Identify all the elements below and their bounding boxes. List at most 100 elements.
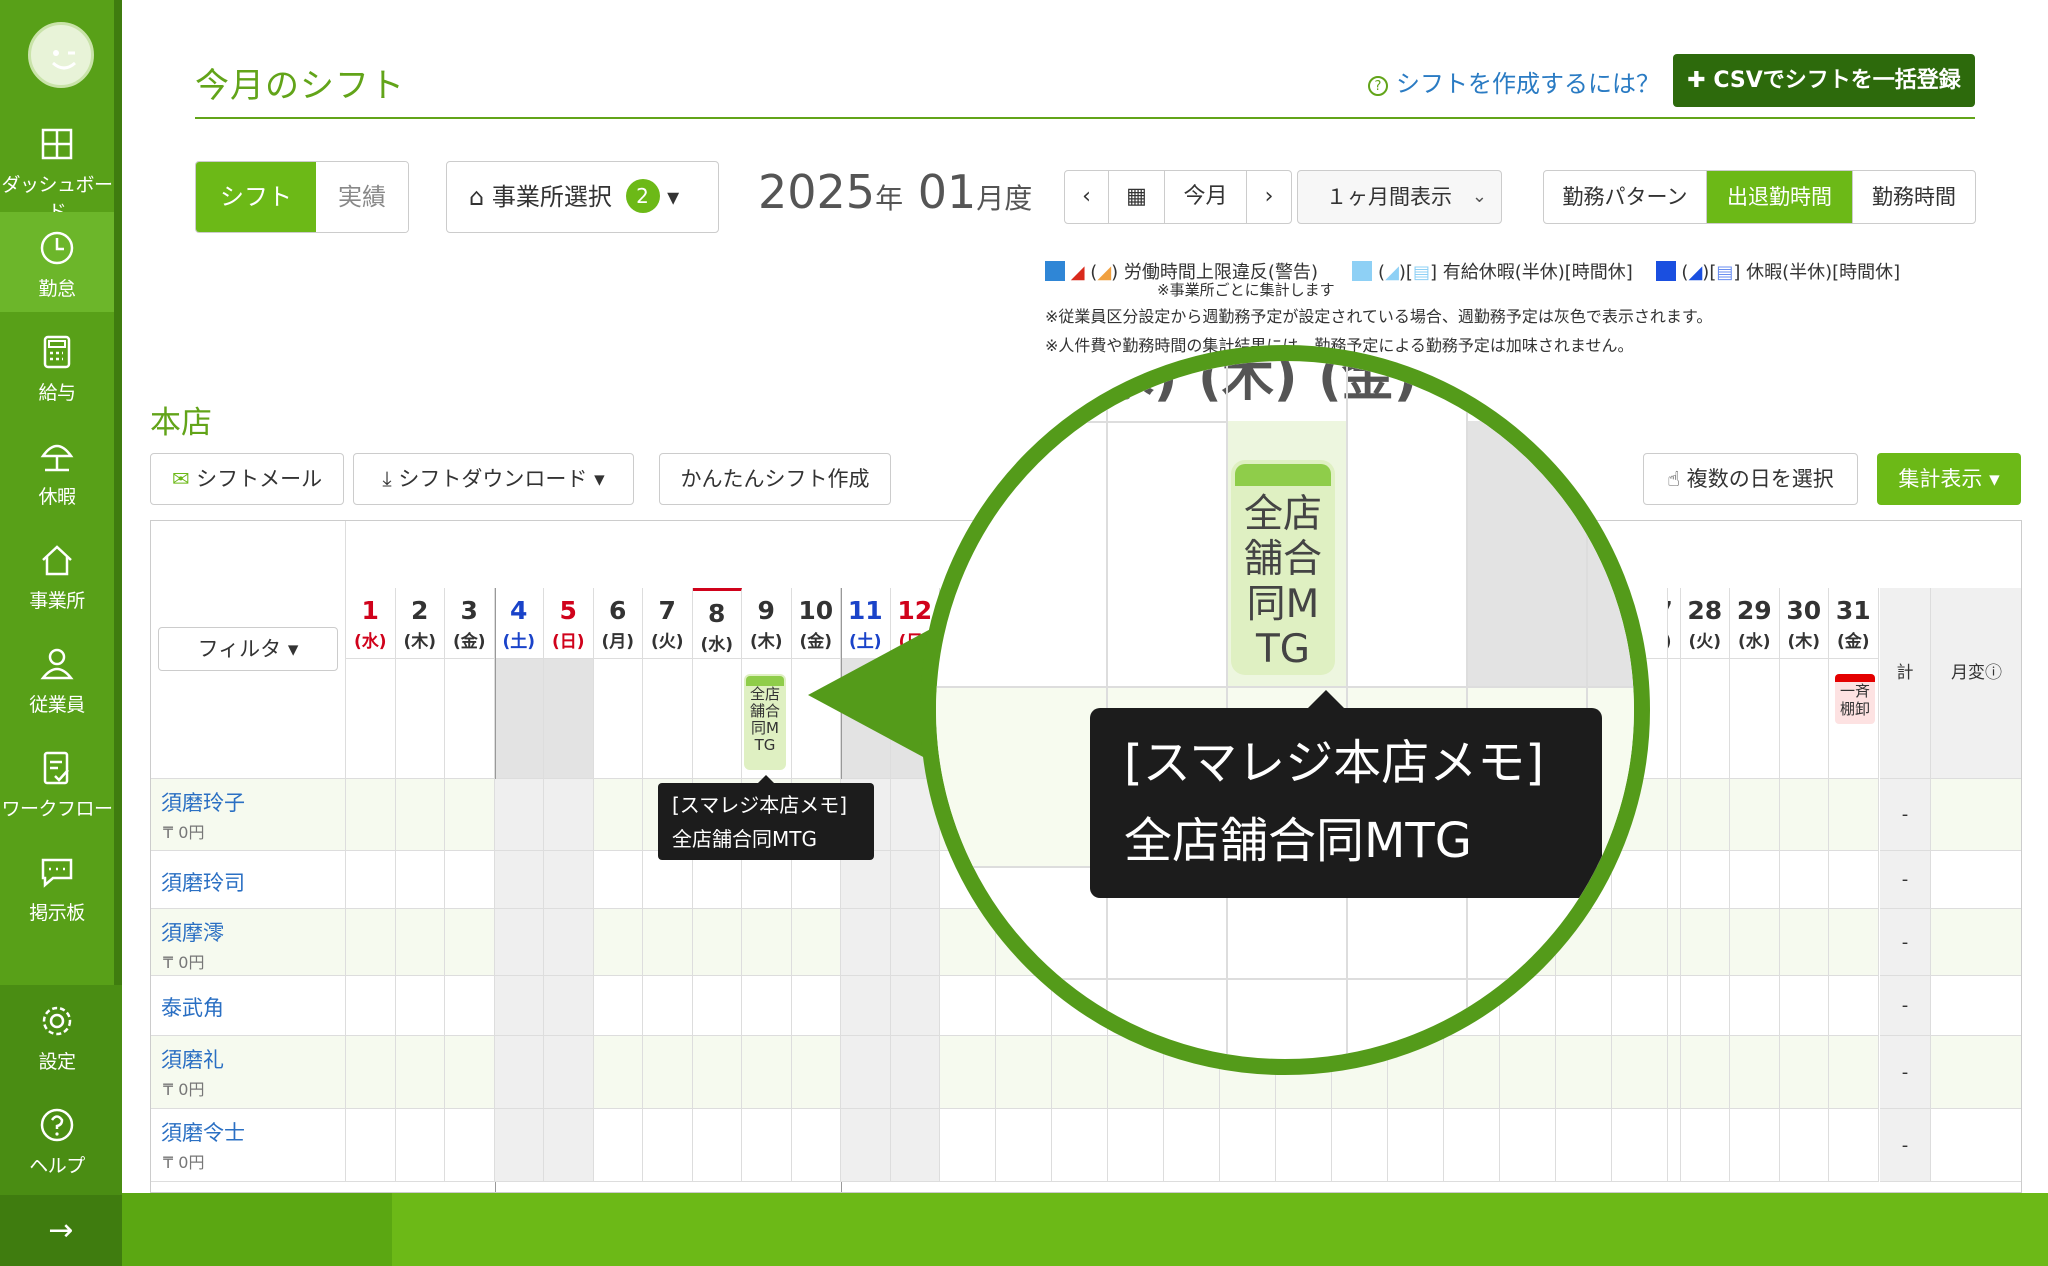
magnifier-callout: (水) (木) (金) 全店 舗合 同M TG [スマレジ本店メモ] 全店舗合同MTG: [920, 345, 1650, 1075]
year-unit: 年: [875, 182, 904, 215]
day-header[interactable]: 6 (月): [593, 588, 643, 659]
tab-shift[interactable]: シフト: [196, 162, 316, 232]
shift-cell: [940, 1109, 996, 1182]
calculator-icon: [43, 335, 71, 369]
day-header[interactable]: 3 (金): [445, 588, 495, 659]
shift-cell: [494, 976, 544, 1036]
home-icon: [42, 545, 72, 576]
period-select[interactable]: １ヶ月間表示 ⌄: [1297, 170, 1502, 224]
employee-name[interactable]: 須摩澪: [161, 917, 224, 947]
question-icon: ?: [1368, 76, 1388, 96]
sidebar-item-dashboard[interactable]: ダッシュボード: [0, 108, 114, 223]
day-header[interactable]: 2 (木): [395, 588, 445, 659]
memo-chip[interactable]: 全店 舗合 同M TG: [744, 674, 786, 770]
employee-name[interactable]: 泰武角: [161, 992, 224, 1022]
sidebar-item-office[interactable]: 事業所: [0, 524, 114, 624]
aggregate-button[interactable]: 集計表示 ▾: [1877, 453, 2021, 505]
shift-cell: [1829, 1109, 1879, 1182]
employee-wage: ₸ 0円: [163, 1080, 205, 1099]
bottom-bar: [122, 1193, 2048, 1266]
help-link[interactable]: ? シフトを作成するには？: [1368, 64, 1660, 99]
filter-button[interactable]: フィルタ ▾: [158, 627, 338, 671]
memo-cell: [1779, 659, 1829, 779]
employee-name[interactable]: 須磨令士: [161, 1117, 245, 1147]
sidebar-item-workflow[interactable]: ワークフロー: [0, 732, 114, 832]
calendar-button[interactable]: ▦: [1109, 171, 1165, 223]
shift-cell: [643, 1109, 693, 1182]
shift-cell: [1052, 1109, 1108, 1182]
page-title: 今月のシフト: [195, 66, 405, 106]
memo-cell: [1730, 659, 1780, 779]
shift-cell: [1680, 779, 1730, 851]
sidebar-item-board[interactable]: 掲示板: [0, 836, 114, 936]
inventory-memo-chip[interactable]: 一斉 棚卸: [1835, 674, 1875, 724]
caret-down-icon: ▾: [594, 467, 605, 491]
shift-cell: [791, 1109, 841, 1182]
shift-cell: [692, 1109, 742, 1182]
day-header[interactable]: 7 (火): [643, 588, 693, 659]
employee-name[interactable]: 須磨玲子: [161, 787, 245, 817]
sidebar-scrollbar[interactable]: [114, 0, 122, 985]
shift-cell: [1332, 1109, 1388, 1182]
shift-cell: [791, 976, 841, 1036]
home-icon: ⌂: [469, 183, 485, 211]
sidebar-item-leave[interactable]: 休暇: [0, 420, 114, 520]
day-header[interactable]: 1 (水): [346, 588, 396, 659]
day-header[interactable]: 29 (水): [1730, 588, 1780, 659]
magnified-memo-line-1: 全店: [1243, 492, 1322, 537]
shift-cell: [1829, 1036, 1879, 1109]
shift-cell: [593, 851, 643, 909]
info-icon: ⓘ: [1985, 663, 2002, 683]
shift-mail-button[interactable]: ✉ シフトメール: [150, 453, 344, 505]
this-month-button[interactable]: 今月: [1165, 171, 1247, 223]
sidebar-item-attendance[interactable]: 勤怠: [0, 212, 114, 312]
day-header[interactable]: 5 (日): [544, 588, 594, 659]
tab-clock-times[interactable]: 出退勤時間: [1707, 171, 1853, 223]
next-month-button[interactable]: ›: [1247, 171, 1291, 223]
monthly-change-label: 月変: [1951, 663, 1985, 683]
prev-month-button[interactable]: ‹: [1065, 171, 1109, 223]
day-header[interactable]: 30 (木): [1779, 588, 1829, 659]
sidebar-item-help[interactable]: ヘルプ: [0, 1089, 114, 1189]
shift-cell: [1730, 1036, 1780, 1109]
tab-work-pattern[interactable]: 勤務パターン: [1544, 171, 1707, 223]
shift-download-button[interactable]: ⤓ シフトダウンロード ▾: [353, 453, 634, 505]
employee-name[interactable]: 須磨玲司: [161, 867, 245, 897]
inventory-memo-line-1: 一斉: [1839, 682, 1870, 700]
memo-cell: [445, 659, 495, 779]
memo-tooltip: [スマレジ本店メモ] 全店舗合同MTG: [658, 775, 874, 860]
office-select-button[interactable]: ⌂ 事業所選択 2 ▾: [446, 161, 719, 233]
legend-paid-label: 有給休暇(半休)[時間休]: [1442, 262, 1633, 283]
sidebar-item-payroll[interactable]: 給与: [0, 316, 114, 416]
shift-cell: [1829, 779, 1879, 851]
day-header[interactable]: 9 (木): [742, 588, 792, 659]
shift-cell: [890, 909, 940, 976]
sidebar-item-employees[interactable]: 従業員: [0, 628, 114, 728]
employee-row-header: 泰武角: [151, 976, 346, 1036]
day-header[interactable]: 8 (水): [692, 588, 742, 659]
weekday: (木): [403, 632, 437, 652]
sidebar-expand-button[interactable]: →: [0, 1195, 122, 1266]
easy-shift-button[interactable]: かんたんシフト作成: [659, 453, 891, 505]
shift-cell: [1779, 909, 1829, 976]
tab-actual[interactable]: 実績: [316, 162, 408, 232]
employee-name[interactable]: 須磨礼: [161, 1044, 224, 1074]
checklist-icon: [43, 751, 69, 785]
tab-work-hours[interactable]: 勤務時間: [1853, 171, 1975, 223]
shift-cell: [692, 909, 742, 976]
weekday: (土): [502, 632, 536, 652]
sidebar-item-settings[interactable]: 設定: [0, 985, 114, 1085]
legend-leave-label: 休暇(半休)[時間休]: [1746, 262, 1901, 283]
csv-import-button[interactable]: ✚ CSVでシフトを一括登録: [1673, 54, 1975, 107]
logo-icon[interactable]: [28, 22, 94, 88]
shift-cell: [593, 976, 643, 1036]
day-number: 4: [510, 596, 528, 625]
arrow-right-icon: →: [48, 1213, 74, 1248]
shift-cell: [890, 1109, 940, 1182]
select-days-button[interactable]: ☝ 複数の日を選択: [1643, 453, 1858, 505]
memo-chip-line-4: TG: [754, 736, 776, 754]
shift-cell: [346, 909, 396, 976]
day-header[interactable]: 4 (土): [494, 588, 544, 659]
day-header[interactable]: 28 (火): [1680, 588, 1730, 659]
day-header[interactable]: 31 (金): [1829, 588, 1879, 659]
